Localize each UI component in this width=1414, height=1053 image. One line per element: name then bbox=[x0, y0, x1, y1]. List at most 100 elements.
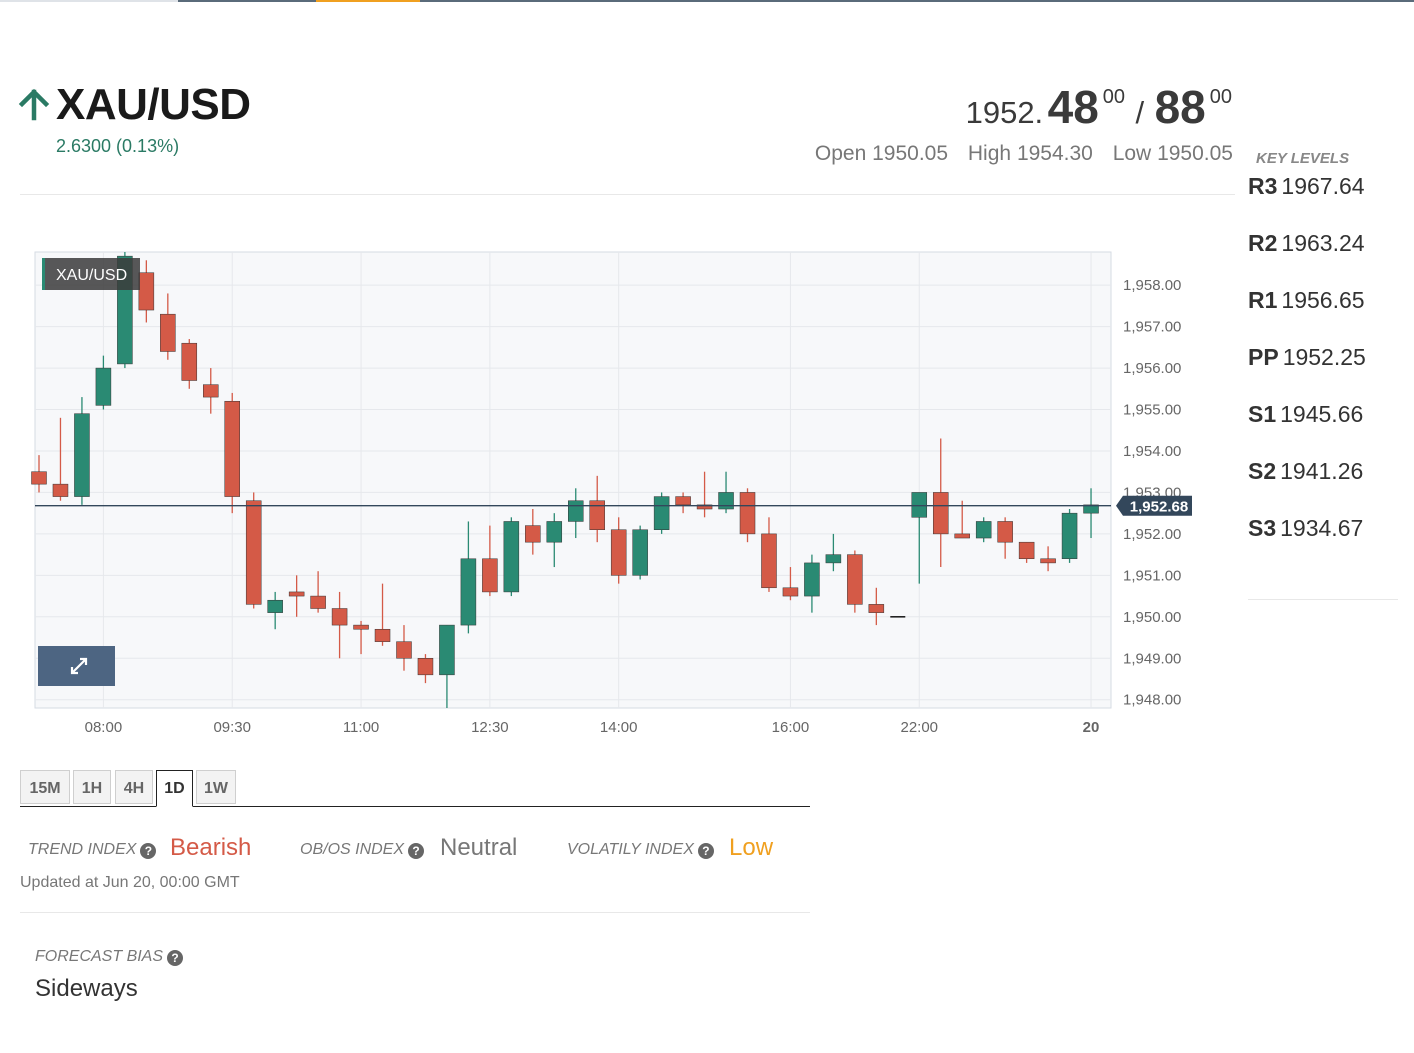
key-level-value: 1934.67 bbox=[1280, 515, 1364, 541]
key-level-s3: S3 1934.67 bbox=[1248, 515, 1398, 572]
candle-body bbox=[997, 521, 1013, 543]
forecast-bias-value: Sideways bbox=[35, 975, 138, 1002]
candle-body bbox=[632, 529, 648, 576]
key-levels-divider bbox=[1248, 599, 1398, 600]
fullscreen-button-bg bbox=[38, 646, 115, 686]
y-tick-label: 1,951.00 bbox=[1123, 567, 1181, 584]
y-tick-label: 1,958.00 bbox=[1123, 277, 1181, 294]
header-divider bbox=[20, 194, 1235, 195]
key-level-name: R3 bbox=[1248, 173, 1278, 199]
high-value: 1954.30 bbox=[1016, 142, 1093, 165]
top-progress-bar bbox=[0, 0, 1414, 2]
instrument-symbol: XAU/USD bbox=[56, 80, 251, 129]
updated-timestamp: Updated at Jun 20, 00:00 GMT bbox=[20, 874, 240, 891]
key-level-value: 1967.64 bbox=[1281, 173, 1365, 199]
timeframe-tabs: 15M 1H 4H 1D 1W bbox=[20, 770, 810, 807]
key-level-name: R1 bbox=[1248, 287, 1278, 313]
price-change: 2.6300 (0.13%) bbox=[56, 136, 180, 156]
bid-superscript: 00 bbox=[1102, 86, 1126, 108]
candle-body bbox=[203, 384, 219, 398]
candle-body bbox=[868, 604, 885, 613]
key-level-pp: PP 1952.25 bbox=[1248, 344, 1398, 401]
candle-body bbox=[932, 492, 949, 535]
candle-body bbox=[653, 496, 670, 530]
obos-index-title: OB/OS INDEX bbox=[300, 841, 405, 858]
bid-ask-quote: 1952. 48 00 / 88 00 bbox=[966, 80, 1232, 134]
candle-body bbox=[825, 554, 842, 564]
obos-index-value: Neutral bbox=[440, 834, 518, 861]
candle-body bbox=[1061, 512, 1078, 560]
candle-body bbox=[224, 400, 240, 497]
candle-body bbox=[675, 496, 691, 506]
arrow-up-icon bbox=[18, 88, 50, 121]
x-tick-label: 14:00 bbox=[600, 719, 638, 736]
forecast-bias-label: FORECAST BIAS? bbox=[35, 948, 184, 966]
candle-body bbox=[568, 500, 584, 522]
key-level-r1: R1 1956.65 bbox=[1248, 287, 1398, 344]
help-icon[interactable]: ? bbox=[167, 950, 184, 966]
candle-body bbox=[417, 658, 434, 676]
tab-1w[interactable]: 1W bbox=[196, 770, 236, 804]
candle-body bbox=[181, 342, 198, 381]
candle-body bbox=[718, 492, 734, 510]
key-level-name: S1 bbox=[1248, 401, 1277, 427]
tab-15m[interactable]: 15M bbox=[20, 770, 70, 804]
tab-1d[interactable]: 1D bbox=[156, 770, 193, 807]
candle-body bbox=[1040, 558, 1056, 564]
candle-body bbox=[847, 554, 863, 605]
key-level-value: 1941.26 bbox=[1280, 458, 1364, 484]
top-bar-segment bbox=[0, 0, 178, 2]
fullscreen-button[interactable] bbox=[38, 646, 115, 686]
ask-decimal: 88 bbox=[1154, 81, 1206, 133]
candle-body bbox=[804, 562, 820, 597]
key-level-s1: S1 1945.66 bbox=[1248, 401, 1398, 458]
candle-body bbox=[439, 624, 455, 676]
low-label: Low bbox=[1112, 142, 1152, 165]
y-tick-label: 1,954.00 bbox=[1123, 443, 1181, 460]
candle-body bbox=[353, 624, 369, 630]
x-tick-label: 22:00 bbox=[900, 719, 938, 736]
x-tick-label: 12:30 bbox=[471, 719, 509, 736]
tab-4h[interactable]: 4H bbox=[115, 770, 153, 804]
y-tick-label: 1,957.00 bbox=[1123, 319, 1181, 336]
key-level-r2: R2 1963.24 bbox=[1248, 230, 1398, 287]
current-price-label: 1,952.68 bbox=[1130, 499, 1188, 516]
key-level-value: 1956.65 bbox=[1281, 287, 1365, 313]
candle-body bbox=[245, 500, 262, 605]
help-icon[interactable]: ? bbox=[408, 843, 425, 859]
open-label: Open bbox=[814, 142, 867, 165]
x-tick-label: 09:30 bbox=[213, 719, 251, 736]
y-tick-label: 1,955.00 bbox=[1123, 402, 1181, 419]
candle-body bbox=[739, 492, 756, 535]
top-bar-accent bbox=[316, 0, 420, 2]
key-level-name: S2 bbox=[1248, 458, 1277, 484]
open-value: 1950.05 bbox=[872, 142, 949, 165]
candle-body bbox=[31, 471, 47, 485]
key-level-value: 1963.24 bbox=[1281, 230, 1365, 256]
y-tick-label: 1,956.00 bbox=[1123, 360, 1181, 377]
plot-area bbox=[34, 251, 1112, 709]
chart-symbol-accent bbox=[42, 258, 45, 290]
ohl-summary: Open 1950.05 High 1954.30 Low 1950.05 bbox=[815, 142, 1233, 166]
key-level-value: 1952.25 bbox=[1282, 344, 1366, 370]
trend-index-label: TREND INDEX? bbox=[28, 841, 157, 859]
x-tick-label: 20 bbox=[1083, 719, 1100, 736]
candle-body bbox=[160, 313, 176, 352]
x-tick-label: 11:00 bbox=[343, 719, 379, 736]
help-icon[interactable]: ? bbox=[140, 843, 157, 859]
candle-body bbox=[1018, 541, 1035, 560]
candle-body bbox=[546, 521, 563, 543]
candle-body bbox=[396, 641, 412, 659]
candle-body bbox=[460, 558, 477, 626]
candle-body bbox=[482, 558, 498, 593]
price-chart[interactable]: 1,948.00 1,949.00 1,950.00 1,951.00 1,952.00… bbox=[0, 240, 1240, 750]
x-tick-label: 08:00 bbox=[85, 719, 123, 736]
y-tick-label: 1,949.00 bbox=[1123, 650, 1181, 667]
candle-body bbox=[288, 591, 305, 597]
candle-body bbox=[95, 367, 112, 406]
tab-1h[interactable]: 1H bbox=[73, 770, 111, 804]
help-icon[interactable]: ? bbox=[697, 843, 714, 859]
high-label: High bbox=[967, 142, 1012, 165]
candle-body bbox=[503, 521, 520, 593]
candle-body bbox=[954, 533, 970, 539]
